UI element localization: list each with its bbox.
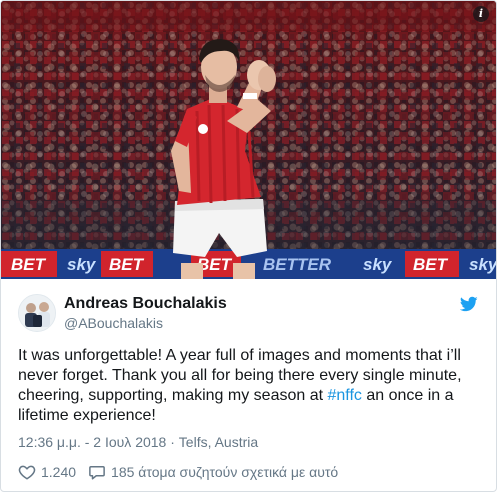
tweet-actions: 1.240 185 άτομα συζητούν σχετικά με αυτό [18, 463, 350, 481]
meta-separator: · [166, 434, 179, 450]
avatar-photo [19, 295, 55, 331]
player-applauding-photo: BET sky BET BET BETTER sky BET sky [1, 1, 496, 279]
meta-separator: - [80, 434, 94, 450]
tweet-date[interactable]: 2 Ιουλ 2018 [93, 434, 166, 450]
replies-text: 185 άτομα συζητούν σχετικά με αυτό [111, 464, 339, 480]
twitter-bird-icon[interactable] [460, 295, 478, 313]
info-icon[interactable]: i [473, 6, 489, 22]
like-button[interactable]: 1.240 [18, 463, 76, 481]
avatar[interactable] [18, 294, 56, 332]
author-name[interactable]: Andreas Bouchalakis [64, 295, 227, 313]
hashtag-link[interactable]: #nffc [328, 387, 362, 404]
ad-board-text: BETTER [263, 255, 332, 274]
ad-board-text: sky [67, 255, 97, 274]
tweet-header: Andreas Bouchalakis @ABouchalakis [18, 294, 488, 334]
author-handle[interactable]: @ABouchalakis [64, 315, 163, 331]
heart-icon [18, 465, 36, 480]
replies-link[interactable]: 185 άτομα συζητούν σχετικά με αυτό [88, 463, 338, 481]
tweet-time[interactable]: 12:36 μ.μ. [18, 434, 81, 450]
tweet-meta: 12:36 μ.μ. - 2 Ιουλ 2018 · Telfs, Austri… [18, 434, 258, 450]
ad-board-text: BET [413, 255, 449, 274]
embedded-tweet-card: BET sky BET BET BETTER sky BET sky i And… [0, 0, 497, 492]
speech-bubble-icon [89, 466, 105, 480]
ad-board-text: BET [109, 255, 145, 274]
ad-board-text: sky [469, 255, 496, 274]
ad-board-text: BET [11, 255, 47, 274]
tweet-text: It was unforgettable! A year full of ima… [18, 346, 483, 426]
likes-count: 1.240 [41, 464, 77, 480]
tweet-photo[interactable]: BET sky BET BET BETTER sky BET sky i [1, 1, 496, 279]
tweet-location[interactable]: Telfs, Austria [179, 434, 258, 450]
ad-board-text: sky [363, 255, 393, 274]
